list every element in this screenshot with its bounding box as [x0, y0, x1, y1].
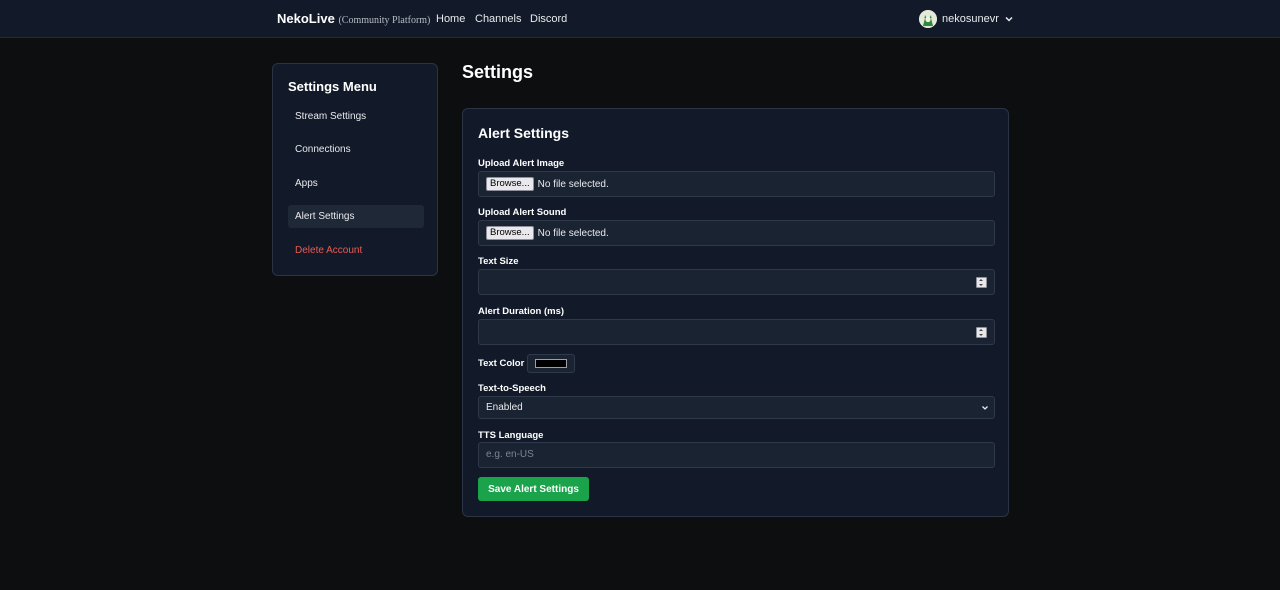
brand-logo[interactable]: NekoLive (Community Platform) — [277, 11, 430, 26]
brand-subtitle: (Community Platform) — [338, 15, 431, 26]
tts-language-input[interactable]: e.g. en-US — [478, 442, 995, 468]
tts-selected-value: Enabled — [486, 402, 523, 413]
sidebar-title: Settings Menu — [288, 79, 377, 94]
tts-label: Text-to-Speech — [478, 383, 546, 394]
browse-sound-button[interactable]: Browse... — [486, 226, 534, 240]
alert-settings-card: Alert Settings Upload Alert Image Browse… — [462, 108, 1009, 517]
upload-sound-label: Upload Alert Sound — [478, 207, 567, 218]
card-title: Alert Settings — [478, 125, 570, 141]
brand-name[interactable]: NekoLive — [277, 11, 335, 26]
nav-link-channels[interactable]: Channels — [475, 13, 521, 25]
sidebar-item-alert-settings[interactable]: Alert Settings — [288, 205, 424, 228]
sidebar-item-apps[interactable]: Apps — [288, 172, 424, 195]
settings-sidebar: Settings Menu Stream Settings Connection… — [272, 63, 438, 276]
text-color-label: Text Color — [478, 358, 525, 369]
neko-avatar-icon[interactable] — [919, 10, 937, 28]
nav-link-home[interactable]: Home — [436, 13, 465, 25]
color-swatch — [535, 359, 567, 368]
top-navbar: NekoLive (Community Platform) Home Chann… — [0, 0, 1280, 38]
number-spinner-icon[interactable] — [976, 277, 987, 288]
tts-select[interactable]: Enabled — [478, 396, 995, 419]
save-alert-settings-button[interactable]: Save Alert Settings — [478, 477, 589, 501]
user-menu[interactable]: nekosunevr — [919, 9, 1014, 29]
image-file-status: No file selected. — [537, 178, 609, 190]
upload-image-field[interactable]: Browse... No file selected. — [478, 171, 995, 197]
text-size-label: Text Size — [478, 256, 519, 267]
upload-sound-field[interactable]: Browse... No file selected. — [478, 220, 995, 246]
text-size-input[interactable] — [478, 269, 995, 295]
sidebar-item-stream-settings[interactable]: Stream Settings — [288, 105, 424, 128]
sidebar-item-delete-account[interactable]: Delete Account — [288, 239, 424, 262]
nav-link-discord[interactable]: Discord — [530, 13, 567, 25]
sidebar-item-connections[interactable]: Connections — [288, 138, 424, 161]
username-label[interactable]: nekosunevr — [942, 13, 999, 25]
alert-duration-label: Alert Duration (ms) — [478, 306, 565, 317]
browse-image-button[interactable]: Browse... — [486, 177, 534, 191]
page-title: Settings — [462, 62, 534, 82]
chevron-down-icon[interactable] — [1004, 14, 1014, 24]
alert-duration-input[interactable] — [478, 319, 995, 345]
text-color-picker[interactable] — [527, 354, 575, 373]
upload-image-label: Upload Alert Image — [478, 158, 565, 169]
chevron-down-icon — [982, 406, 988, 410]
sound-file-status: No file selected. — [537, 227, 609, 239]
number-spinner-icon[interactable] — [976, 327, 987, 338]
tts-language-label: TTS Language — [478, 430, 544, 441]
